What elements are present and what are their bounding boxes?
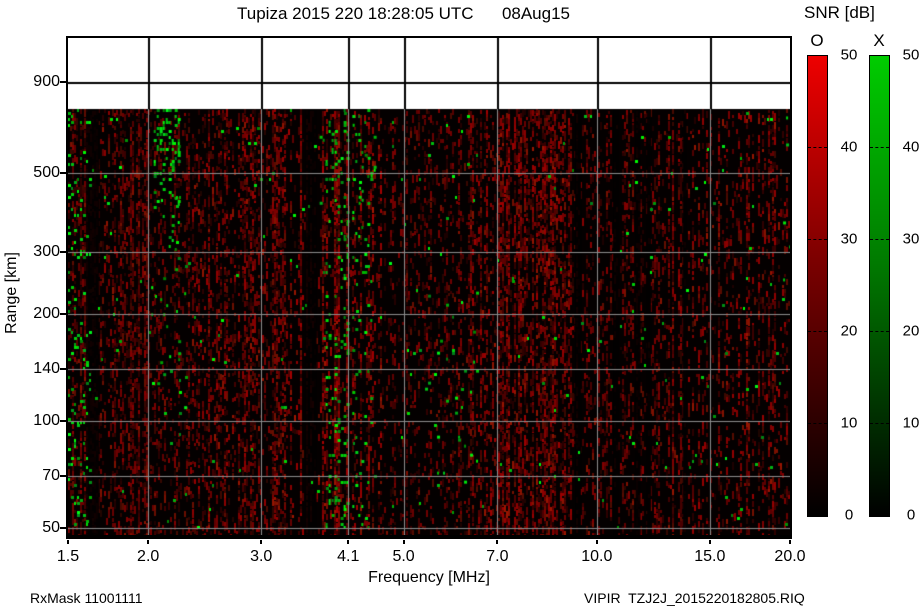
y-tick-mark xyxy=(60,313,66,316)
o-colorbar-tick-label: 50 xyxy=(840,46,858,64)
source-file-text: VIPIR TZJ2J_2015220182805.RIQ xyxy=(584,590,805,606)
y-tick-label: 140 xyxy=(33,360,60,378)
o-colorbar-tick-dash xyxy=(808,239,827,240)
x-tick-label: 10.0 xyxy=(581,548,613,565)
y-tick-label: 900 xyxy=(33,73,60,90)
x-colorbar xyxy=(869,55,890,517)
x-tick-label: 15.0 xyxy=(694,548,726,565)
y-tick-label: 50 xyxy=(42,519,60,536)
x-tick-label: 4.1 xyxy=(337,548,360,565)
x-colorbar-tick-label: 10 xyxy=(902,414,920,432)
x-tick-mark xyxy=(789,540,791,544)
x-tick-mark xyxy=(347,540,350,544)
x-tick-mark xyxy=(67,540,69,544)
x-colorbar-tick-dash xyxy=(870,147,889,148)
rxmask-text: RxMask 11001111 xyxy=(30,590,143,606)
o-colorbar-tick-label: 20 xyxy=(840,322,858,340)
x-tick-label: 20.0 xyxy=(774,548,806,565)
o-colorbar-tick-dash xyxy=(808,147,827,148)
x-colorbar-tick-dash xyxy=(870,331,889,332)
y-tick-mark xyxy=(60,81,66,83)
y-tick-mark xyxy=(60,368,66,371)
y-tick-label: 100 xyxy=(33,412,60,430)
y-tick-label: 500 xyxy=(33,163,60,181)
title-station-time: Tupiza 2015 220 18:28:05 UTC xyxy=(237,4,474,23)
colorbar-title: SNR [dB] xyxy=(804,3,875,22)
x-tick-label: 2.0 xyxy=(137,548,160,565)
o-colorbar-tick-dash xyxy=(808,331,827,332)
x-colorbar-tick-label: 30 xyxy=(902,230,920,248)
o-colorbar-tick-dash xyxy=(808,423,827,424)
y-tick-label: 300 xyxy=(33,242,60,260)
x-tick-label: 7.0 xyxy=(486,548,509,565)
title-date: 08Aug15 xyxy=(501,4,571,23)
o-polarization-label: O xyxy=(810,31,824,50)
ionogram-screen: Tupiza 2015 220 18:28:05 UTC 08Aug15 Ran… xyxy=(0,0,922,614)
y-tick-mark xyxy=(60,527,66,529)
o-colorbar-tick-label: 0 xyxy=(844,506,854,524)
page-title: Tupiza 2015 220 18:28:05 UTC 08Aug15 xyxy=(237,4,570,24)
y-tick-mark xyxy=(60,420,66,423)
x-colorbar-tick-dash xyxy=(870,423,889,424)
x-colorbar-tick-label: 50 xyxy=(902,46,920,64)
x-tick-label: 1.5 xyxy=(56,548,80,565)
x-colorbar-tick-dash xyxy=(870,239,889,240)
x-tick-mark xyxy=(708,540,711,544)
x-tick-mark xyxy=(496,540,499,544)
x-tick-mark xyxy=(147,540,150,544)
y-tick-mark xyxy=(60,250,66,253)
y-tick-mark xyxy=(60,171,66,174)
o-colorbar-tick-label: 10 xyxy=(840,414,858,432)
x-tick-label: 5.0 xyxy=(392,548,415,565)
title-gap xyxy=(474,4,502,23)
y-tick-label: 70 xyxy=(42,467,60,485)
x-tick-mark xyxy=(595,540,598,544)
plot-area xyxy=(66,36,792,539)
x-axis-title: Frequency [MHz] xyxy=(368,569,490,586)
x-tick-mark xyxy=(260,540,263,544)
o-colorbar-tick-label: 40 xyxy=(840,138,858,156)
x-colorbar-tick-label: 20 xyxy=(902,322,920,340)
o-colorbar-tick-label: 30 xyxy=(840,230,858,248)
x-colorbar-tick-label: 40 xyxy=(902,138,920,156)
x-colorbar-tick-label: 0 xyxy=(906,506,916,524)
x-polarization-label: X xyxy=(873,31,885,50)
x-tick-mark xyxy=(402,540,405,544)
x-tick-label: 3.0 xyxy=(250,548,273,565)
o-colorbar xyxy=(807,55,828,517)
ionogram-heatmap xyxy=(68,38,790,535)
y-tick-label: 200 xyxy=(33,305,60,323)
y-tick-mark xyxy=(60,475,66,478)
